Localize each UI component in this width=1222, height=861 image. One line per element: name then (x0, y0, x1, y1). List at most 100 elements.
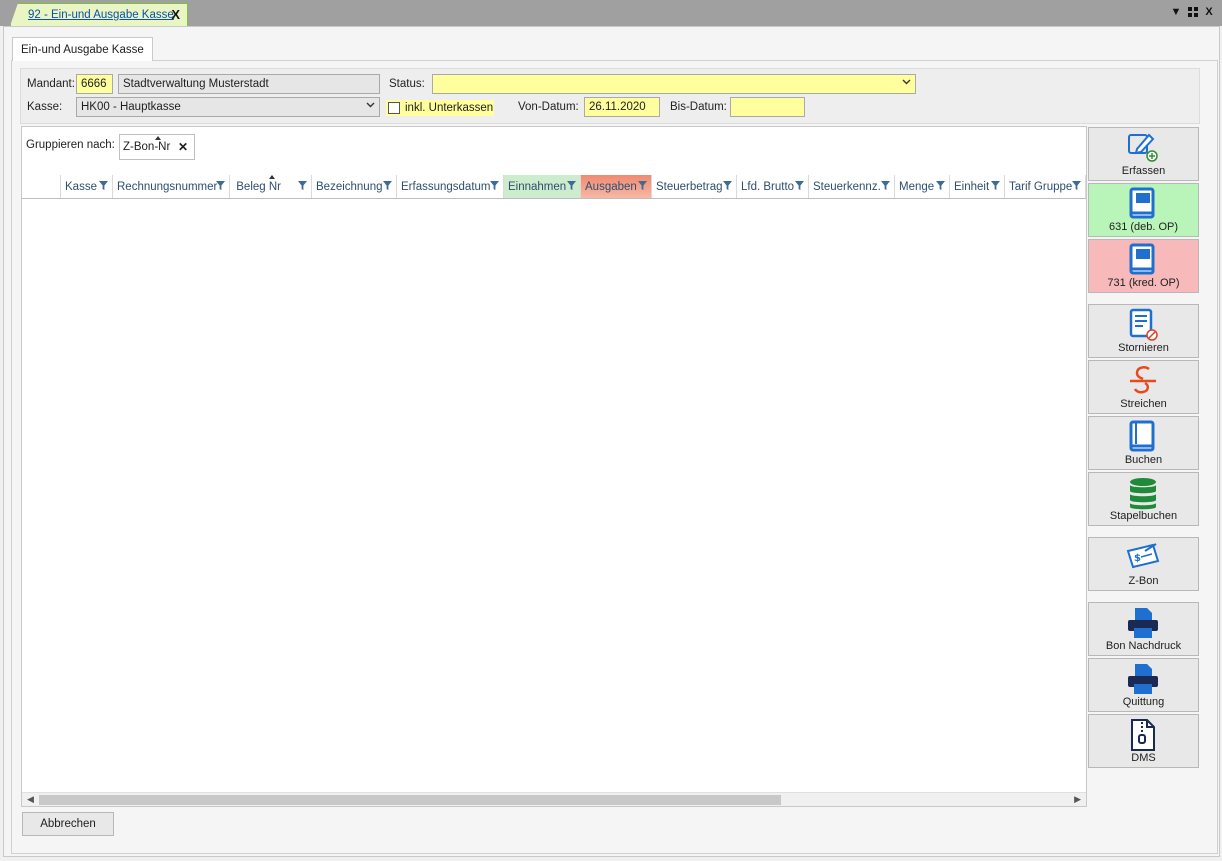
chevron-down-icon[interactable] (366, 100, 375, 112)
window-layout-icon[interactable] (1186, 5, 1200, 19)
deb-op-button[interactable]: 631 (deb. OP) (1088, 183, 1199, 237)
streichen-label: Streichen (1120, 398, 1167, 410)
column-header-kasse[interactable]: Kasse (61, 175, 113, 198)
z-bon-label: Z-Bon (1128, 575, 1159, 587)
book-cancel-icon (1129, 308, 1158, 341)
column-label: Beleg Nr (236, 180, 281, 193)
stornieren-label: Stornieren (1118, 342, 1169, 354)
filter-icon[interactable] (298, 181, 307, 190)
column-header-steuerkennz[interactable]: Steuerkennz. (809, 175, 895, 198)
document-tab[interactable]: 92 - Ein-und Ausgabe Kasse X (10, 3, 188, 26)
filter-icon[interactable] (383, 181, 392, 190)
pen-plus-icon (1128, 133, 1158, 162)
document-tab-close-icon[interactable]: X (171, 7, 180, 22)
column-header-einnahmen[interactable]: Einnahmen (504, 175, 581, 198)
book-icon (1129, 420, 1155, 452)
strikethrough-icon (1130, 366, 1156, 394)
mandant-name-field: Stadtverwaltung Musterstadt (118, 74, 380, 94)
column-label: Steuerbetrag (656, 180, 723, 193)
filter-icon[interactable] (567, 181, 576, 190)
z-bon-button[interactable]: $ Z-Bon (1088, 537, 1199, 591)
filter-icon[interactable] (216, 181, 225, 190)
quittung-button[interactable]: Quittung (1088, 658, 1199, 712)
group-chip-label: Z-Bon-Nr (123, 141, 171, 153)
dms-label: DMS (1131, 752, 1156, 764)
filter-icon[interactable] (490, 181, 499, 190)
column-header-indicator (22, 175, 61, 198)
column-header-tarif-gruppe[interactable]: Tarif Gruppe (1005, 175, 1086, 198)
group-by-label: Gruppieren nach: (26, 139, 115, 151)
buchen-button[interactable]: Buchen (1088, 416, 1199, 470)
printer-icon (1128, 664, 1158, 694)
mandant-code-field[interactable]: 6666 (76, 74, 113, 94)
kasse-label: Kasse: (27, 101, 63, 113)
bis-datum-label: Bis-Datum: (670, 101, 727, 113)
column-header-einheit[interactable]: Einheit (950, 175, 1005, 198)
column-header-erfassungsdatum[interactable]: Erfassungsdatum (397, 175, 504, 198)
von-datum-field[interactable]: 26.11.2020 (584, 97, 660, 117)
unterkassen-label: inkl. Unterkassen (405, 102, 494, 114)
deb-op-label: 631 (deb. OP) (1108, 221, 1179, 233)
kred-op-label: 731 (kred. OP) (1107, 277, 1180, 289)
bis-datum-field[interactable] (730, 97, 805, 117)
window-dropdown-icon[interactable]: ▼ (1169, 5, 1183, 19)
erfassen-button[interactable]: Erfassen (1088, 127, 1199, 181)
filter-icon[interactable] (795, 181, 804, 190)
scroll-left-icon[interactable]: ◀ (27, 794, 34, 805)
stapelbuchen-button[interactable]: Stapelbuchen (1088, 472, 1199, 526)
sort-ascending-icon (155, 136, 161, 140)
column-label: Rechnungsnummer (117, 180, 218, 193)
kasse-value: HK00 - Hauptkasse (81, 101, 181, 113)
column-label: Kasse (65, 180, 97, 193)
document-tab-title[interactable]: 92 - Ein-und Ausgabe Kasse (28, 9, 174, 21)
column-label: Erfassungsdatum (401, 180, 491, 193)
filter-icon[interactable] (991, 181, 1000, 190)
kred-op-button[interactable]: 731 (kred. OP) (1088, 239, 1199, 293)
column-header-steuerbetrag[interactable]: Steuerbetrag (652, 175, 737, 198)
abbrechen-button[interactable]: Abbrechen (22, 812, 114, 836)
book-icon (1129, 243, 1155, 275)
column-header-rechnungsnummer[interactable]: Rechnungsnummer (113, 175, 230, 198)
tab-ein-und-ausgabe-kasse[interactable]: Ein-und Ausgabe Kasse (12, 37, 153, 61)
filter-icon[interactable] (936, 181, 945, 190)
kasse-select[interactable]: HK00 - Hauptkasse (76, 97, 380, 117)
column-header-lfd-brutto[interactable]: Lfd. Brutto (737, 175, 809, 198)
remove-group-icon[interactable]: ✕ (178, 140, 188, 154)
filter-icon[interactable] (1072, 181, 1081, 190)
column-label: Ausgaben (585, 180, 637, 193)
von-datum-label: Von-Datum: (518, 101, 579, 113)
filter-icon[interactable] (881, 181, 890, 190)
data-grid[interactable]: Gruppieren nach: Z-Bon-Nr ✕ Kasse Rechnu… (21, 126, 1087, 807)
status-select[interactable] (432, 74, 916, 94)
filter-icon[interactable] (638, 181, 647, 190)
column-header-bezeichnung[interactable]: Bezeichnung (312, 175, 397, 198)
streichen-button[interactable]: Streichen (1088, 360, 1199, 414)
document-tab-bar: 92 - Ein-und Ausgabe Kasse X ▼ X (0, 0, 1222, 26)
column-header-beleg-nr[interactable]: Beleg Nr (230, 175, 312, 198)
column-label: Einnahmen (508, 180, 567, 193)
scrollbar-thumb[interactable] (39, 795, 781, 805)
column-header-ausgaben[interactable]: Ausgaben (581, 175, 652, 198)
dms-button[interactable]: DMS (1088, 714, 1199, 768)
chevron-down-icon[interactable] (902, 77, 911, 89)
column-label: Steuerkennz. (813, 180, 881, 193)
filter-icon[interactable] (723, 181, 732, 190)
unterkassen-checkbox[interactable]: inkl. Unterkassen (386, 100, 494, 116)
checkbox-box[interactable] (388, 102, 400, 114)
bon-nachdruck-button[interactable]: Bon Nachdruck (1088, 602, 1199, 656)
stapelbuchen-label: Stapelbuchen (1109, 510, 1178, 522)
buchen-label: Buchen (1124, 454, 1163, 466)
svg-text:$: $ (1134, 553, 1141, 564)
column-label: Bezeichnung (316, 180, 383, 193)
group-chip-z-bon-nr[interactable]: Z-Bon-Nr ✕ (119, 134, 195, 160)
horizontal-scrollbar[interactable]: ◀ ▶ (22, 792, 1086, 806)
scroll-right-icon[interactable]: ▶ (1074, 794, 1081, 805)
filter-icon[interactable] (99, 181, 108, 190)
stornieren-button[interactable]: Stornieren (1088, 304, 1199, 358)
status-label: Status: (389, 78, 425, 90)
erfassen-label: Erfassen (1121, 165, 1166, 177)
column-header-menge[interactable]: Menge (895, 175, 950, 198)
window-close-icon[interactable]: X (1202, 5, 1216, 19)
zip-file-icon (1131, 719, 1155, 751)
mandant-label: Mandant: (27, 78, 75, 90)
